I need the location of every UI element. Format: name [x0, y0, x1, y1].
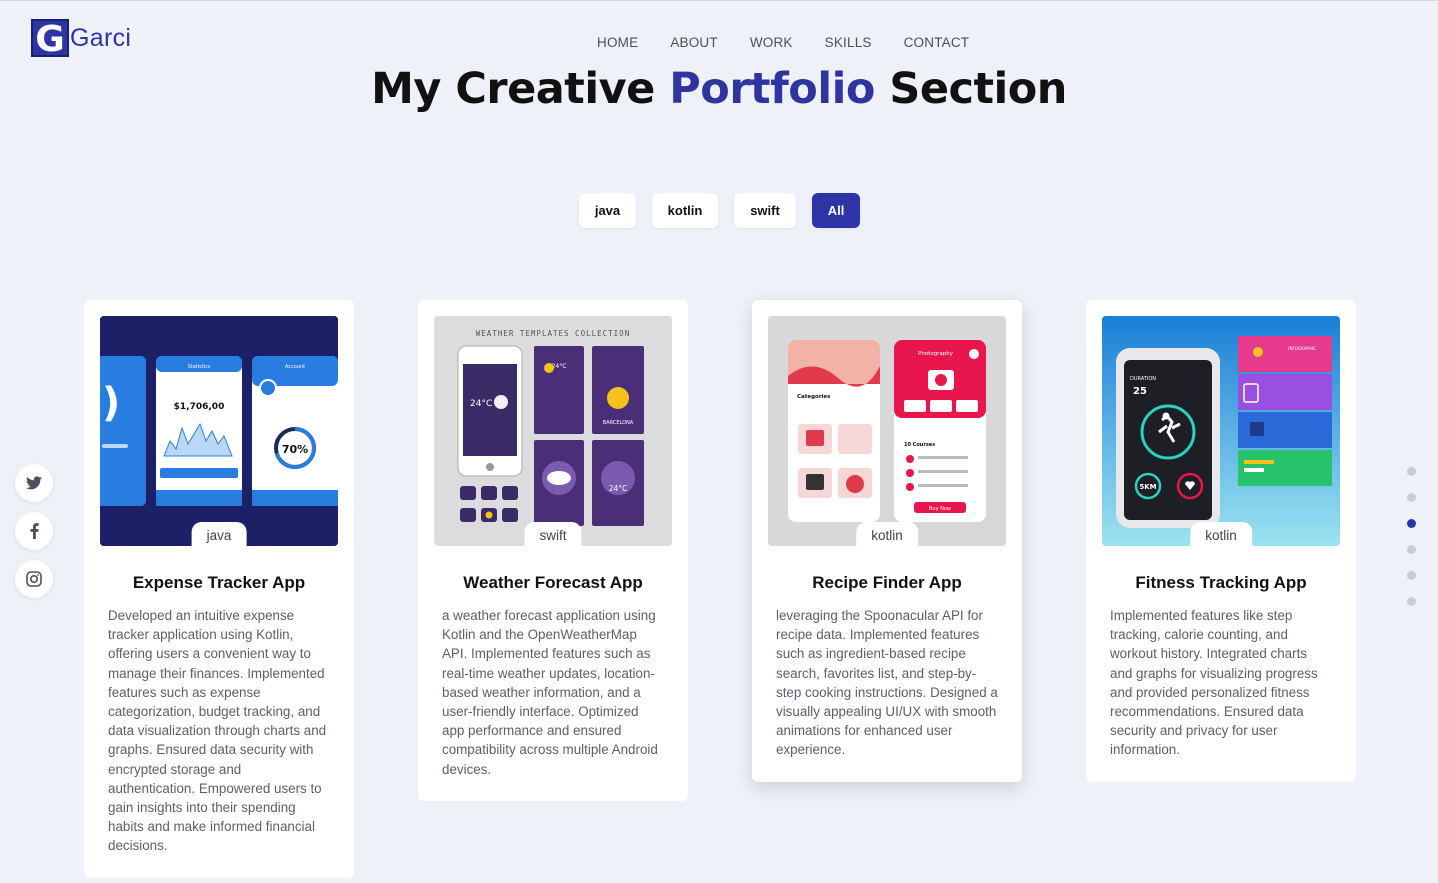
svg-text:WEATHER TEMPLATES COLLECTION: WEATHER TEMPLATES COLLECTION	[476, 329, 630, 338]
project-title: Fitness Tracking App	[1135, 573, 1307, 592]
pager-dot[interactable]	[1407, 467, 1416, 476]
svg-text:Buy Now: Buy Now	[929, 506, 951, 512]
section-pager	[1407, 467, 1416, 623]
title-suffix: Section	[874, 64, 1067, 114]
fitness-illustration: DURATION 25 5KM INFOGRAPHIC	[1102, 316, 1340, 546]
title-accent: Portfolio	[669, 64, 875, 114]
logo[interactable]: G Garci	[31, 19, 132, 59]
twitter-button[interactable]	[15, 464, 53, 502]
recipe-illustration: Categories Photography 10 Courses Buy No…	[768, 316, 1006, 546]
svg-text:DURATION: DURATION	[1130, 376, 1156, 382]
project-image-weather-forecast: WEATHER TEMPLATES COLLECTION 24°C 24°C B…	[434, 316, 672, 546]
nav-home[interactable]: HOME	[597, 35, 638, 50]
project-title: Recipe Finder App	[812, 573, 962, 592]
svg-text:Account: Account	[285, 364, 305, 370]
social-links	[15, 464, 53, 608]
twitter-icon	[26, 476, 42, 490]
logo-text: Garci	[70, 23, 132, 52]
svg-text:25: 25	[1133, 386, 1147, 397]
nav-work[interactable]: WORK	[750, 35, 793, 50]
filter-all-button[interactable]: All	[812, 193, 860, 228]
project-tag: kotlin	[856, 522, 918, 546]
svg-text:5KM: 5KM	[1139, 483, 1156, 491]
project-card-fitness-tracking[interactable]: DURATION 25 5KM INFOGRAPHIC kotlin Fitne…	[1086, 300, 1356, 782]
filter-java-button[interactable]: java	[579, 193, 636, 228]
project-title: Weather Forecast App	[463, 573, 643, 592]
expense-tracker-illustration: ) Statistics $1,706,00 Account 70%	[100, 316, 338, 546]
instagram-button[interactable]	[15, 560, 53, 598]
project-title: Expense Tracker App	[132, 573, 306, 592]
page-title: My Creative Portfolio Section	[0, 64, 1438, 114]
svg-text:$1,706,00: $1,706,00	[174, 402, 225, 412]
instagram-icon	[26, 571, 42, 587]
svg-text:24°C: 24°C	[609, 484, 628, 493]
facebook-button[interactable]	[15, 512, 53, 550]
nav-contact[interactable]: CONTACT	[904, 35, 970, 50]
pager-dot[interactable]	[1407, 571, 1416, 580]
project-image-expense-tracker: ) Statistics $1,706,00 Account 70% java	[100, 316, 338, 546]
project-image-fitness-tracking: DURATION 25 5KM INFOGRAPHIC kotlin	[1102, 316, 1340, 546]
project-card-weather-forecast[interactable]: WEATHER TEMPLATES COLLECTION 24°C 24°C B…	[418, 300, 688, 801]
main-nav: HOME ABOUT WORK SKILLS CONTACT	[581, 35, 985, 50]
project-description: a weather forecast application using Kot…	[442, 608, 658, 777]
weather-illustration: WEATHER TEMPLATES COLLECTION 24°C 24°C B…	[434, 316, 672, 546]
project-description: leveraging the Spoonacular API for recip…	[776, 608, 998, 758]
project-tag: swift	[524, 522, 582, 546]
project-card-expense-tracker[interactable]: ) Statistics $1,706,00 Account 70% java …	[84, 300, 354, 878]
svg-text:BARCELONA: BARCELONA	[603, 420, 634, 426]
svg-text:): )	[102, 380, 120, 426]
project-tag: java	[191, 522, 247, 546]
project-image-recipe-finder: Categories Photography 10 Courses Buy No…	[768, 316, 1006, 546]
nav-skills[interactable]: SKILLS	[825, 35, 872, 50]
pager-dot[interactable]	[1407, 597, 1416, 606]
filter-swift-button[interactable]: swift	[734, 193, 796, 228]
svg-text:70%: 70%	[282, 443, 308, 456]
pager-dot[interactable]	[1407, 493, 1416, 502]
svg-text:Statistics: Statistics	[188, 364, 211, 370]
filter-kotlin-button[interactable]: kotlin	[652, 193, 718, 228]
filter-bar: java kotlin swift All	[579, 193, 876, 228]
project-description: Implemented features like step tracking,…	[1110, 608, 1318, 758]
pager-dot-active[interactable]	[1407, 519, 1416, 528]
logo-mark: G	[31, 19, 69, 59]
pager-dot[interactable]	[1407, 545, 1416, 554]
svg-text:Categories: Categories	[797, 394, 831, 400]
svg-text:INFOGRAPHIC: INFOGRAPHIC	[1288, 346, 1316, 351]
project-tag: kotlin	[1190, 522, 1252, 546]
svg-text:Photography: Photography	[918, 351, 954, 357]
title-prefix: My Creative	[371, 64, 670, 114]
facebook-icon	[30, 523, 39, 539]
svg-text:24°C: 24°C	[470, 399, 492, 409]
nav-about[interactable]: ABOUT	[670, 35, 718, 50]
project-description: Developed an intuitive expense tracker a…	[108, 608, 327, 854]
svg-text:10 Courses: 10 Courses	[904, 442, 935, 448]
project-card-recipe-finder[interactable]: Categories Photography 10 Courses Buy No…	[752, 300, 1022, 782]
